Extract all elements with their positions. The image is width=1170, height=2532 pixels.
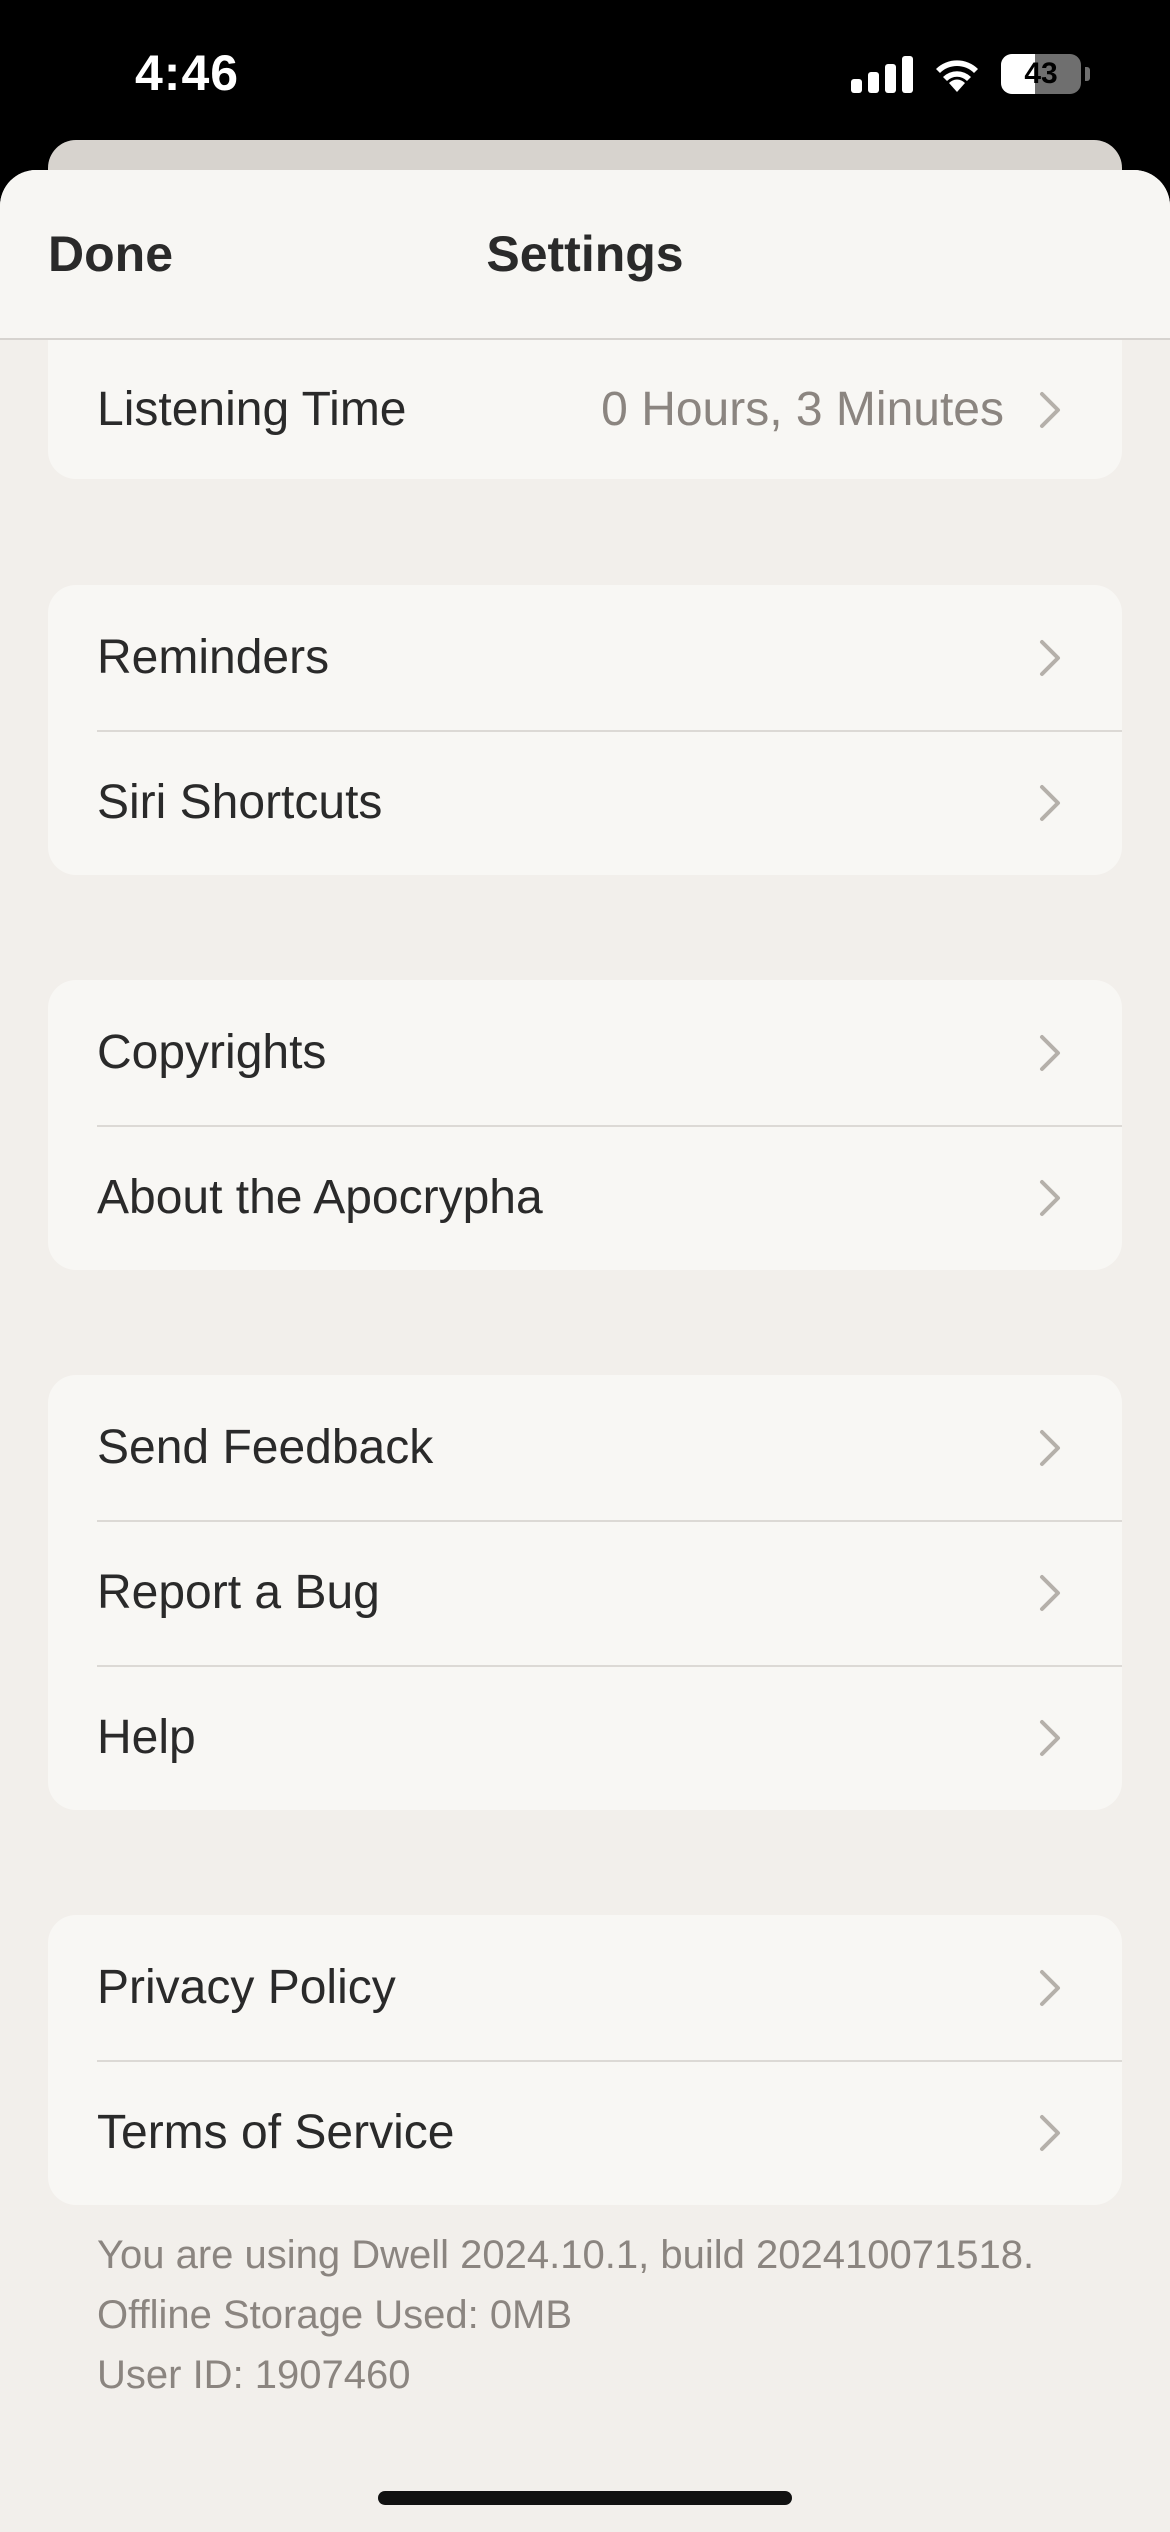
cellular-signal-icon xyxy=(851,55,913,93)
chevron-right-icon xyxy=(1040,391,1060,428)
report-bug-row[interactable]: Report a Bug xyxy=(48,1520,1122,1665)
battery-cap xyxy=(1085,67,1090,81)
app-info-footer: You are using Dwell 2024.10.1, build 202… xyxy=(97,2225,1034,2405)
help-row[interactable]: Help xyxy=(48,1665,1122,1810)
group-stats: Listening Time 0 Hours, 3 Minutes xyxy=(48,340,1122,479)
row-label: Reminders xyxy=(97,631,330,684)
chevron-right-icon xyxy=(1040,1429,1060,1466)
group-support: Send Feedback Report a Bug Help xyxy=(48,1375,1122,1810)
about-apocrypha-row[interactable]: About the Apocrypha xyxy=(48,1125,1122,1270)
navigation-bar: Done Settings xyxy=(0,170,1170,340)
chevron-right-icon xyxy=(1040,1969,1060,2006)
chevron-right-icon xyxy=(1040,1179,1060,1216)
chevron-right-icon xyxy=(1040,639,1060,676)
row-label: Copyrights xyxy=(97,1026,327,1079)
settings-sheet: Done Settings Listening Time 0 Hours, 3 … xyxy=(0,170,1170,2532)
battery-icon: 43 xyxy=(1001,54,1081,94)
group-policies: Privacy Policy Terms of Service xyxy=(48,1915,1122,2205)
siri-shortcuts-row[interactable]: Siri Shortcuts xyxy=(48,730,1122,875)
row-label: Listening Time xyxy=(97,383,407,436)
row-label: Report a Bug xyxy=(97,1566,380,1619)
terms-of-service-row[interactable]: Terms of Service xyxy=(48,2060,1122,2205)
reminders-row[interactable]: Reminders xyxy=(48,585,1122,730)
row-label: About the Apocrypha xyxy=(97,1171,543,1224)
row-label: Siri Shortcuts xyxy=(97,776,383,829)
user-id-text: User ID: 1907460 xyxy=(97,2353,411,2397)
chevron-right-icon xyxy=(1040,784,1060,821)
storage-text: Offline Storage Used: 0MB xyxy=(97,2293,573,2337)
group-legal-info: Copyrights About the Apocrypha xyxy=(48,980,1122,1270)
copyrights-row[interactable]: Copyrights xyxy=(48,980,1122,1125)
home-indicator[interactable] xyxy=(378,2491,792,2505)
row-label: Terms of Service xyxy=(97,2106,455,2159)
page-title: Settings xyxy=(486,226,684,282)
row-label: Send Feedback xyxy=(97,1421,434,1474)
status-icons: 43 xyxy=(851,54,1090,94)
chevron-right-icon xyxy=(1040,1034,1060,1071)
status-time: 4:46 xyxy=(135,45,240,101)
version-text: You are using Dwell 2024.10.1, build 202… xyxy=(97,2233,1035,2277)
status-bar: 4:46 43 xyxy=(0,0,1170,150)
chevron-right-icon xyxy=(1040,1574,1060,1611)
send-feedback-row[interactable]: Send Feedback xyxy=(48,1375,1122,1520)
battery-level: 43 xyxy=(1024,57,1058,90)
row-label: Help xyxy=(97,1711,196,1764)
chevron-right-icon xyxy=(1040,1719,1060,1756)
listening-time-row[interactable]: Listening Time 0 Hours, 3 Minutes xyxy=(48,340,1122,479)
listening-time-value: 0 Hours, 3 Minutes xyxy=(601,383,1004,436)
chevron-right-icon xyxy=(1040,2114,1060,2151)
privacy-policy-row[interactable]: Privacy Policy xyxy=(48,1915,1122,2060)
group-integrations: Reminders Siri Shortcuts xyxy=(48,585,1122,875)
row-label: Privacy Policy xyxy=(97,1961,396,2014)
wifi-icon xyxy=(936,60,978,92)
